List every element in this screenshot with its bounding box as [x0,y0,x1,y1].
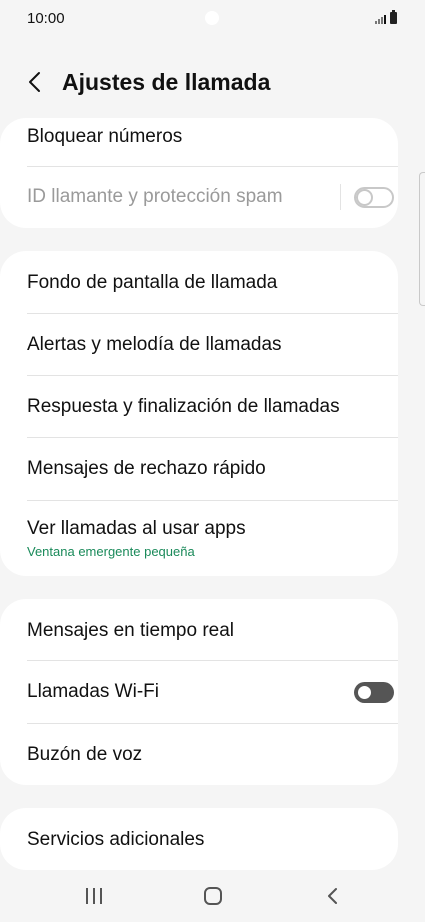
alerts-ringtone-label: Alertas y melodía de llamadas [27,334,282,355]
separator [340,184,341,210]
calls-while-using-apps-value: Ventana emergente pequeña [27,544,195,559]
wifi-calling-item[interactable]: Llamadas Wi-Fi [0,661,398,723]
status-bar: 10:00 [0,0,425,38]
settings-group-services: Mensajes en tiempo real Llamadas Wi-Fi B… [0,599,398,785]
call-background-label: Fondo de pantalla de llamada [27,272,278,293]
app-header: Ajustes de llamada [0,60,425,106]
calls-while-using-apps-label: Ver llamadas al usar apps [27,518,246,539]
real-time-text-label: Mensajes en tiempo real [27,620,234,641]
back-arrow-icon[interactable] [24,70,48,94]
camera-cutout [205,11,219,25]
wifi-calling-toggle[interactable] [354,682,394,703]
quick-decline-messages-label: Mensajes de rechazo rápido [27,458,266,479]
battery-icon [390,10,397,24]
additional-services-item[interactable]: Servicios adicionales [0,808,398,870]
scrollbar[interactable] [419,172,425,306]
alerts-ringtone-item[interactable]: Alertas y melodía de llamadas [0,314,398,376]
settings-group-blocking: Bloquear números ID llamante y protecció… [0,118,398,228]
status-icons [375,10,397,24]
recent-apps-icon[interactable] [84,886,104,906]
signal-icon [375,13,386,24]
status-time: 10:00 [27,10,65,27]
real-time-text-item[interactable]: Mensajes en tiempo real [0,599,398,660]
answer-end-calls-item[interactable]: Respuesta y finalización de llamadas [0,376,398,438]
caller-id-spam-toggle[interactable] [354,187,394,208]
caller-id-spam-label: ID llamante y protección spam [27,186,283,207]
call-background-item[interactable]: Fondo de pantalla de llamada [0,251,398,313]
answer-end-calls-label: Respuesta y finalización de llamadas [27,396,340,417]
caller-id-spam-item[interactable]: ID llamante y protección spam [0,167,398,228]
wifi-calling-label: Llamadas Wi-Fi [27,681,159,702]
voicemail-item[interactable]: Buzón de voz [0,724,398,785]
navigation-bar [0,868,425,922]
home-icon[interactable] [203,886,223,906]
additional-services-label: Servicios adicionales [27,829,205,850]
back-icon[interactable] [323,886,343,906]
settings-group-call-display: Fondo de pantalla de llamada Alertas y m… [0,251,398,576]
quick-decline-messages-item[interactable]: Mensajes de rechazo rápido [0,438,398,500]
settings-group-additional: Servicios adicionales [0,808,398,870]
voicemail-label: Buzón de voz [27,744,143,765]
calls-while-using-apps-item[interactable]: Ver llamadas al usar apps Ventana emerge… [0,501,398,576]
page-title: Ajustes de llamada [62,69,271,95]
block-numbers-item[interactable]: Bloquear números [0,118,398,166]
block-numbers-label: Bloquear números [27,126,183,147]
